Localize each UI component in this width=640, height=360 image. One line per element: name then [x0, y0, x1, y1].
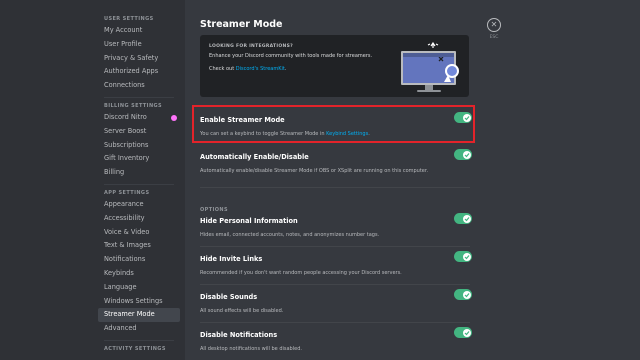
setting-title: Enable Streamer Mode: [200, 116, 285, 124]
esc-label: ESC: [489, 35, 499, 40]
setting-description: Hides email, connected accounts, notes, …: [200, 232, 380, 238]
divider: [200, 187, 470, 188]
banner-check-out: Check out Discord's StreamKit.: [209, 66, 286, 72]
check-icon: [464, 292, 469, 297]
sidebar-item-discord-nitro[interactable]: Discord Nitro: [98, 111, 180, 125]
sidebar-item-appearance[interactable]: Appearance: [98, 198, 180, 212]
check-icon: [464, 115, 469, 120]
close-icon[interactable]: ✕: [487, 18, 501, 32]
disable-notifications-toggle[interactable]: [454, 327, 472, 338]
setting-title: Disable Sounds: [200, 293, 258, 301]
toggle-knob: [462, 290, 471, 299]
options-section-label: OPTIONS: [200, 207, 229, 213]
sidebar-item-language[interactable]: Language: [98, 281, 180, 295]
setting-disable-notifications: Disable Notifications All desktop notifi…: [200, 327, 472, 352]
keybind-settings-link[interactable]: Keybind Settings: [326, 131, 368, 137]
setting-title: Hide Personal Information: [200, 217, 298, 225]
banner-description: Enhance your Discord community with tool…: [209, 53, 373, 59]
sidebar-item-server-boost[interactable]: Server Boost: [98, 125, 180, 139]
setting-hide-personal-info: Hide Personal Information Hides email, c…: [200, 213, 472, 238]
toggle-knob: [462, 150, 471, 159]
integrations-banner: LOOKING FOR INTEGRATIONS? Enhance your D…: [200, 35, 469, 97]
sidebar-item-accessibility[interactable]: Accessibility: [98, 212, 180, 226]
sidebar-item-windows-settings[interactable]: Windows Settings: [98, 295, 180, 309]
settings-content: Streamer Mode ✕ ESC LOOKING FOR INTEGRAT…: [185, 0, 640, 360]
section-title-user-settings: USER SETTINGS: [104, 16, 154, 22]
streamer-monitor-illustration: [401, 42, 459, 92]
sidebar-divider: [104, 96, 174, 98]
settings-sidebar: USER SETTINGS My Account User Profile Pr…: [0, 0, 185, 360]
streamkit-link[interactable]: Discord's StreamKit: [236, 66, 285, 72]
setting-hide-invite-links: Hide Invite Links Recommended if you don…: [200, 251, 472, 276]
section-title-billing-settings: BILLING SETTINGS: [104, 102, 163, 109]
banner-title: LOOKING FOR INTEGRATIONS?: [209, 44, 294, 49]
sidebar-item-authorized-apps[interactable]: Authorized Apps: [98, 65, 180, 79]
banner-check-suffix: .: [284, 66, 287, 72]
toggle-knob: [462, 328, 471, 337]
sidebar-item-connections[interactable]: Connections: [98, 79, 180, 93]
setting-description: All desktop notifications will be disabl…: [200, 346, 302, 352]
sidebar-item-label: Discord Nitro: [104, 112, 147, 121]
setting-enable-streamer-mode: Enable Streamer Mode You can set a keybi…: [200, 112, 472, 137]
setting-desc-prefix: You can set a keybind to toggle Streamer…: [200, 131, 327, 137]
auto-enable-toggle[interactable]: [454, 149, 472, 160]
sidebar-item-advanced[interactable]: Advanced: [98, 322, 180, 336]
close-control[interactable]: ✕ ESC: [487, 18, 501, 40]
divider: [200, 246, 470, 247]
check-icon: [464, 216, 469, 221]
sidebar-item-voice-video[interactable]: Voice & Video: [98, 226, 180, 240]
divider: [200, 322, 470, 323]
setting-auto-enable: Automatically Enable/Disable Automatical…: [200, 149, 472, 174]
sidebar-item-gift-inventory[interactable]: Gift Inventory: [98, 152, 180, 166]
hide-invite-links-toggle[interactable]: [454, 251, 472, 262]
check-icon: [464, 254, 469, 259]
section-title-app-settings: APP SETTINGS: [104, 189, 150, 196]
sidebar-divider: [104, 183, 174, 185]
setting-desc-suffix: .: [368, 131, 370, 137]
sidebar-divider: [104, 339, 174, 341]
toggle-knob: [462, 214, 471, 223]
setting-description: Recommended if you don't want random peo…: [200, 270, 402, 276]
toggle-knob: [462, 252, 471, 261]
setting-title: Hide Invite Links: [200, 255, 263, 263]
hide-personal-info-toggle[interactable]: [454, 213, 472, 224]
sidebar-item-text-images[interactable]: Text & Images: [98, 239, 180, 253]
enable-streamer-mode-toggle[interactable]: [454, 112, 472, 123]
setting-description: You can set a keybind to toggle Streamer…: [200, 131, 470, 137]
sidebar-nav: USER SETTINGS My Account User Profile Pr…: [98, 12, 180, 354]
sidebar-item-user-profile[interactable]: User Profile: [98, 38, 180, 52]
check-icon: [464, 330, 469, 335]
sidebar-item-privacy-safety[interactable]: Privacy & Safety: [98, 52, 180, 66]
nitro-icon: [171, 114, 177, 121]
setting-disable-sounds: Disable Sounds All sound effects will be…: [200, 289, 472, 314]
page-title: Streamer Mode: [200, 19, 283, 30]
toggle-knob: [462, 113, 471, 122]
setting-description: All sound effects will be disabled.: [200, 308, 284, 314]
check-icon: [464, 152, 469, 157]
sidebar-item-streamer-mode[interactable]: Streamer Mode: [98, 308, 180, 323]
setting-description: Automatically enable/disable Streamer Mo…: [200, 168, 429, 174]
sidebar-item-my-account[interactable]: My Account: [98, 24, 180, 38]
setting-title: Automatically Enable/Disable: [200, 153, 309, 161]
sidebar-item-billing[interactable]: Billing: [98, 166, 180, 180]
setting-title: Disable Notifications: [200, 331, 278, 339]
divider: [200, 284, 470, 285]
sidebar-item-notifications[interactable]: Notifications: [98, 253, 180, 267]
banner-check-prefix: Check out: [209, 66, 236, 72]
disable-sounds-toggle[interactable]: [454, 289, 472, 300]
sidebar-item-keybinds[interactable]: Keybinds: [98, 267, 180, 281]
section-title-activity-settings: ACTIVITY SETTINGS: [104, 345, 166, 352]
sidebar-item-subscriptions[interactable]: Subscriptions: [98, 139, 180, 153]
